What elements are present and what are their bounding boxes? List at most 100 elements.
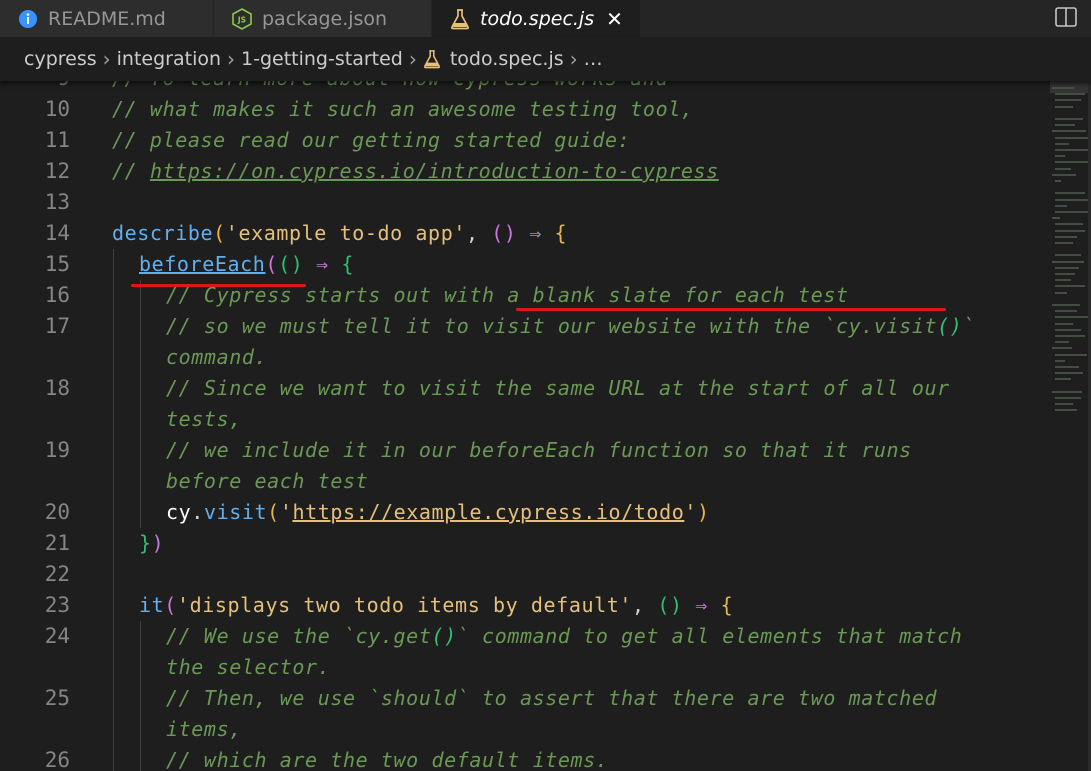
comment: tests, <box>166 407 242 431</box>
minimap-line <box>1052 173 1076 176</box>
code-line: 9 // To learn more about how Cypress wor… <box>0 81 1050 94</box>
code-line-wrap: the selector. <box>0 652 1050 683</box>
minimap-line <box>1052 130 1086 133</box>
url-link[interactable]: https://example.cypress.io/todo <box>292 500 684 524</box>
code-line: 25 // Then, we use `should` to assert th… <box>0 683 1050 714</box>
line-number: 22 <box>44 562 70 586</box>
minimap-line <box>1052 304 1080 306</box>
comment-link[interactable]: https://on.cypress.io/introduction-to-cy… <box>150 159 719 183</box>
comment: // we include it in our beforeEach funct… <box>166 438 912 462</box>
close-icon[interactable]: ✕ <box>606 7 623 31</box>
object-name: cy <box>166 500 192 524</box>
comment-text: // We use the `cy.get <box>166 624 432 648</box>
tab-readme[interactable]: README.md <box>0 0 214 37</box>
annotation-underline-blank-slate <box>516 308 946 311</box>
minimap[interactable] <box>1050 81 1091 771</box>
info-icon <box>18 9 38 29</box>
breadcrumb-item-getting-started[interactable]: 1-getting-started <box>241 48 403 70</box>
line-number: 25 <box>44 686 70 710</box>
comment: // what makes it such an awesome testing… <box>112 97 694 121</box>
line-number: 24 <box>44 624 70 648</box>
line-number: 16 <box>44 283 70 307</box>
comment: the selector. <box>166 655 331 679</box>
minimap-line <box>1055 167 1071 170</box>
minimap-line <box>1055 105 1073 108</box>
line-number: 15 <box>44 252 70 276</box>
tab-todo-spec[interactable]: todo.spec.js ✕ <box>432 0 641 37</box>
comment: // Since we want to visit the same URL a… <box>166 376 950 400</box>
comment: // We use the `cy.get()` command to get … <box>166 624 963 648</box>
line-number: 11 <box>44 128 70 152</box>
minimap-line <box>1055 266 1079 269</box>
visit-statement: cy.visit('https://example.cypress.io/tod… <box>166 500 710 524</box>
comment-text: // so we must tell it to visit our websi… <box>166 314 938 338</box>
minimap-line <box>1055 273 1075 275</box>
minimap-line <box>1052 390 1082 393</box>
comment: command. <box>166 345 268 369</box>
tab-bar: README.md JS package.json todo.spec.js ✕ <box>0 0 1091 37</box>
minimap-line <box>1055 204 1067 207</box>
breadcrumb-separator: › <box>569 47 578 71</box>
minimap-line <box>1055 322 1073 325</box>
minimap-line <box>1055 409 1077 412</box>
code-line: 26 // which are the two default items. <box>0 745 1050 771</box>
comment: // Then, we use `should` to assert that … <box>166 686 938 710</box>
minimap-line <box>1055 235 1077 238</box>
tab-label: README.md <box>48 7 166 30</box>
minimap-line <box>1055 242 1073 244</box>
block-close: }) <box>139 531 165 555</box>
minimap-line <box>1055 328 1081 331</box>
line-number: 14 <box>44 221 70 245</box>
line-number: 13 <box>44 190 70 214</box>
minimap-line <box>1055 353 1087 356</box>
line-number: 21 <box>44 531 70 555</box>
code-line-wrap: tests, <box>0 404 1050 435</box>
minimap-line <box>1055 310 1077 313</box>
string-literal: 'displays two todo items by default' <box>176 593 633 617</box>
code-line-wrap: before each test <box>0 466 1050 497</box>
code-lines: 9 // To learn more about how Cypress wor… <box>0 81 1050 771</box>
breadcrumb-item-cypress[interactable]: cypress <box>24 48 97 70</box>
code-editor[interactable]: 9 // To learn more about how Cypress wor… <box>0 81 1050 771</box>
minimap-line <box>1055 118 1083 120</box>
code-line: 10 // what makes it such an awesome test… <box>0 94 1050 125</box>
line-number: 18 <box>44 376 70 400</box>
code-line: 20 cy.visit('https://example.cypress.io/… <box>0 497 1050 528</box>
code-line: 17 // so we must tell it to visit our we… <box>0 311 1050 342</box>
comment: // To learn more about how Cypress works… <box>112 81 668 94</box>
code-line: 11 // please read our getting started gu… <box>0 125 1050 156</box>
code-line-wrap: items, <box>0 714 1050 745</box>
it-statement: it('displays two todo items by default',… <box>139 593 734 617</box>
minimap-line <box>1055 124 1075 127</box>
svg-text:JS: JS <box>237 15 246 24</box>
minimap-line <box>1055 316 1089 319</box>
code-line: 18 // Since we want to visit the same UR… <box>0 373 1050 404</box>
code-line: 21 }) <box>0 528 1050 559</box>
annotation-underline-beforeeach <box>131 284 306 287</box>
breadcrumb-item-file[interactable]: todo.spec.js <box>450 48 564 70</box>
minimap-line <box>1055 291 1067 294</box>
tab-package-json[interactable]: JS package.json <box>214 0 432 37</box>
split-editor-icon[interactable] <box>1055 7 1077 27</box>
minimap-line <box>1055 378 1071 381</box>
code-line: 19 // we include it in our beforeEach fu… <box>0 435 1050 466</box>
minimap-line <box>1052 87 1074 89</box>
minimap-line <box>1055 279 1071 282</box>
code-line: 24 // We use the `cy.get()` command to g… <box>0 621 1050 652</box>
minimap-line <box>1055 192 1085 195</box>
code-line: 12 // https://on.cypress.io/introduction… <box>0 156 1050 187</box>
function-name: beforeEach <box>139 252 266 276</box>
function-name: it <box>139 593 165 617</box>
code-line: 22 <box>0 559 1050 590</box>
line-number: 10 <box>44 97 70 121</box>
code-line: 23 it('displays two todo items by defaul… <box>0 590 1050 621</box>
minimap-line <box>1055 161 1088 164</box>
flask-icon <box>450 8 470 30</box>
minimap-line <box>1052 260 1084 263</box>
breadcrumb-item-integration[interactable]: integration <box>117 48 221 70</box>
breadcrumb-separator: › <box>102 47 111 71</box>
comment: items, <box>166 717 242 741</box>
minimap-line <box>1052 217 1060 220</box>
breadcrumb-item-symbols[interactable]: … <box>584 48 603 70</box>
comment: // please read our getting started guide… <box>112 128 631 152</box>
